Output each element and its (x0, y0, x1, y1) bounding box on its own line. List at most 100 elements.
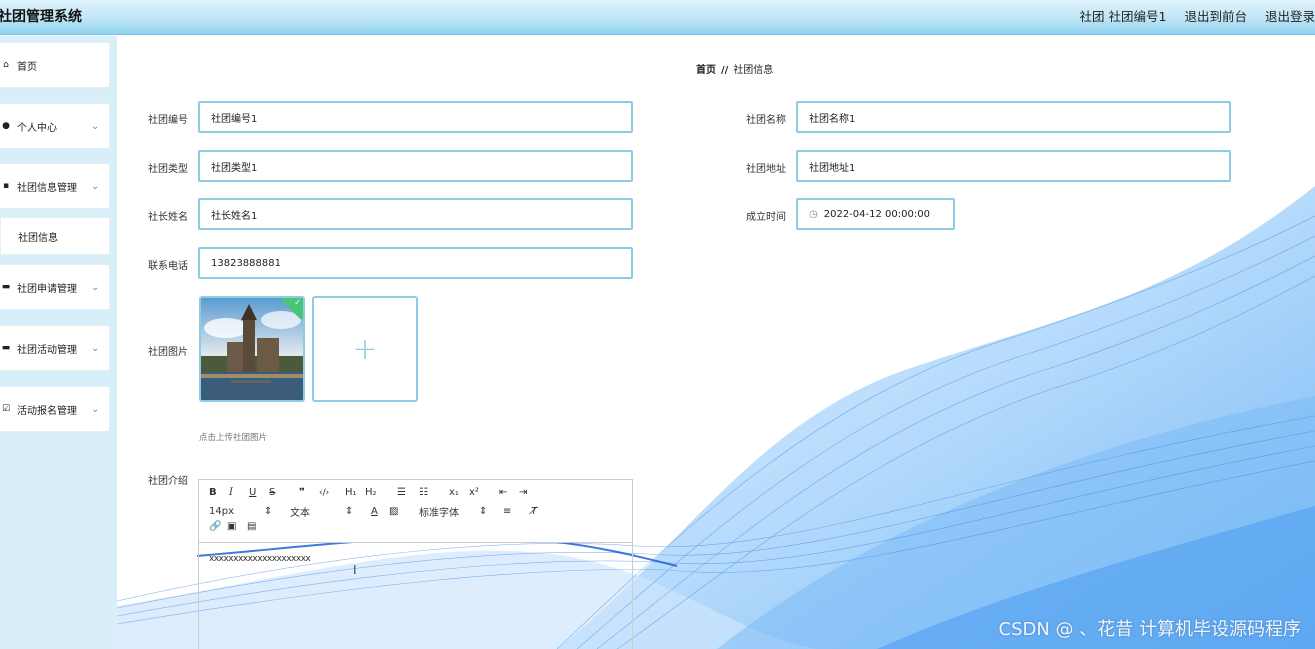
align-icon[interactable]: ≡ (503, 506, 531, 517)
logout-link[interactable]: 退出登录 (1265, 6, 1315, 25)
video-icon[interactable]: ▤ (247, 521, 267, 532)
grid-icon: ▪ (2, 181, 10, 191)
sidebar-item-label: 首页 (17, 61, 37, 73)
sidebar-subitem-club-info[interactable]: 社团信息 (0, 217, 110, 255)
editor-content[interactable]: xxxxxxxxxxxxxxxxxxxxx (209, 554, 311, 564)
club-no-field[interactable]: 社团编号1 (198, 101, 633, 133)
current-user: 社团 社团编号1 (1079, 9, 1167, 24)
strikethrough-icon[interactable]: S (269, 487, 299, 498)
plus-icon: + (352, 331, 378, 367)
breadcrumb-current: 社团信息 (733, 65, 774, 76)
club-no-value: 社团编号1 (211, 113, 258, 125)
code-icon[interactable]: ‹/› (319, 488, 345, 498)
chevron-down-icon: ⌄ (91, 281, 100, 293)
sidebar-item-activity-signup-management[interactable]: ☑ 活动报名管理 ⌄ (0, 386, 110, 432)
leader-name-field[interactable]: 社长姓名1 (198, 198, 633, 230)
phone-field[interactable]: 13823888881 (198, 247, 633, 279)
founded-time-picker[interactable]: ◷ 2022-04-12 00:00:00 (796, 198, 955, 230)
sidebar-item-club-application-management[interactable]: ▬ 社团申请管理 ⌄ (0, 264, 110, 310)
underline-icon[interactable]: U (249, 487, 269, 498)
sidebar-item-label: 社团信息管理 (17, 182, 77, 194)
sidebar-item-label: 社团活动管理 (17, 344, 77, 356)
sidebar-item-club-info-management[interactable]: ▪ 社团信息管理 ⌄ (0, 163, 110, 209)
phone-value: 13823888881 (211, 257, 281, 269)
chevron-down-icon: ⌄ (91, 180, 100, 192)
club-address-label: 社团地址 (746, 164, 786, 175)
chevron-updown-icon: ⇕ (264, 506, 273, 517)
clear-format-icon[interactable]: T̸ (531, 506, 551, 517)
founded-time-label: 成立时间 (746, 212, 786, 223)
breadcrumb-home[interactable]: 首页 (696, 65, 716, 76)
text-style-select[interactable]: 文本 (290, 504, 345, 519)
font-color-icon[interactable]: A (371, 506, 389, 517)
chevron-down-icon: ⌄ (91, 403, 100, 415)
indent-icon[interactable]: ⇥ (519, 487, 539, 498)
castle-photo (201, 298, 303, 400)
sidebar-item-home[interactable]: ⌂ 首页 (0, 42, 110, 88)
bold-icon[interactable]: B (209, 487, 229, 498)
main-content: 首页 // 社团信息 社团编号 社团编号1 社团名称 社团名称1 社团类型 社团类型… (117, 36, 1315, 649)
user-icon: ● (2, 121, 10, 131)
outdent-icon[interactable]: ⇤ (499, 487, 519, 498)
font-size-value: 14px (209, 506, 234, 517)
founded-time-value: 2022-04-12 00:00:00 (823, 208, 930, 220)
text-style-value: 文本 (290, 508, 310, 519)
breadcrumb-separator: // (721, 65, 729, 76)
italic-icon[interactable]: I (229, 487, 249, 498)
phone-label: 联系电话 (148, 261, 188, 272)
header-actions: 社团 社团编号1 退出到前台 退出登录 (1080, 6, 1315, 25)
add-image-button[interactable]: + (312, 296, 418, 402)
chevron-updown-icon: ⇕ (479, 506, 488, 517)
watermark: CSDN @ 、花昔 计算机毕设源码程序 (998, 619, 1301, 640)
sidebar-item-label: 社团申请管理 (17, 283, 77, 295)
text-cursor-icon: I (353, 563, 357, 577)
subscript-icon[interactable]: x₁ (449, 487, 469, 498)
club-name-label: 社团名称 (746, 115, 786, 126)
heading1-icon[interactable]: H₁ (345, 487, 365, 498)
sidebar-item-personal-center[interactable]: ● 个人中心 ⌄ (0, 103, 110, 149)
editor-toolbar: B I U S ❞ ‹/› H₁ H₂ ☰ ☷ x₁ x² ⇤ ⇥ 14px ⇕… (199, 480, 632, 543)
image-icon[interactable]: ▣ (227, 521, 247, 532)
breadcrumb: 首页 // 社团信息 (696, 61, 773, 76)
sidebar-item-label: 活动报名管理 (17, 405, 77, 417)
club-type-label: 社团类型 (148, 164, 188, 175)
sidebar: ⌂ 首页 ● 个人中心 ⌄ ▪ 社团信息管理 ⌄ 社团信息 ▬ 社团申请管理 ⌄… (0, 36, 117, 649)
sidebar-item-club-activity-management[interactable]: ▬ 社团活动管理 ⌄ (0, 325, 110, 371)
checkbox-icon: ☑ (1, 404, 11, 414)
home-icon: ⌂ (3, 60, 9, 70)
chevron-updown-icon: ⇕ (345, 506, 354, 517)
ordered-list-icon[interactable]: ☰ (397, 487, 419, 498)
heading2-icon[interactable]: H₂ (365, 487, 397, 498)
font-family-select[interactable]: 标准字体 (419, 504, 479, 519)
monitor-icon: ▬ (1, 343, 11, 353)
font-size-select[interactable]: 14px (209, 506, 264, 517)
club-image-label: 社团图片 (148, 347, 188, 358)
clock-icon: ◷ (809, 208, 818, 220)
sidebar-item-label: 个人中心 (17, 122, 57, 134)
club-name-value: 社团名称1 (809, 113, 856, 125)
leader-name-value: 社长姓名1 (211, 210, 258, 222)
quote-icon[interactable]: ❞ (299, 487, 319, 498)
rich-text-editor[interactable]: B I U S ❞ ‹/› H₁ H₂ ☰ ☷ x₁ x² ⇤ ⇥ 14px ⇕… (198, 479, 633, 649)
check-icon: ✓ (294, 298, 301, 307)
chevron-down-icon: ⌄ (91, 120, 100, 132)
font-family-value: 标准字体 (419, 508, 459, 519)
club-name-field[interactable]: 社团名称1 (796, 101, 1231, 133)
top-header: 社团管理系统 社团 社团编号1 退出到前台 退出登录 (0, 0, 1315, 35)
club-image-thumbnail[interactable]: ✓ (199, 296, 305, 402)
club-intro-label: 社团介绍 (148, 476, 188, 487)
bullet-list-icon[interactable]: ☷ (419, 487, 449, 498)
app-title: 社团管理系统 (0, 9, 82, 25)
club-type-field[interactable]: 社团类型1 (198, 150, 633, 182)
superscript-icon[interactable]: x² (469, 487, 499, 498)
chevron-down-icon: ⌄ (91, 342, 100, 354)
upload-hint: 点击上传社团图片 (199, 433, 268, 443)
exit-to-front-link[interactable]: 退出到前台 (1184, 6, 1247, 25)
monitor-icon: ▬ (1, 282, 11, 292)
club-type-value: 社团类型1 (211, 162, 258, 174)
background-color-icon[interactable]: ▨ (389, 506, 419, 517)
club-address-value: 社团地址1 (809, 162, 856, 174)
link-icon[interactable]: 🔗 (209, 521, 227, 532)
club-address-field[interactable]: 社团地址1 (796, 150, 1231, 182)
club-no-label: 社团编号 (148, 115, 188, 126)
